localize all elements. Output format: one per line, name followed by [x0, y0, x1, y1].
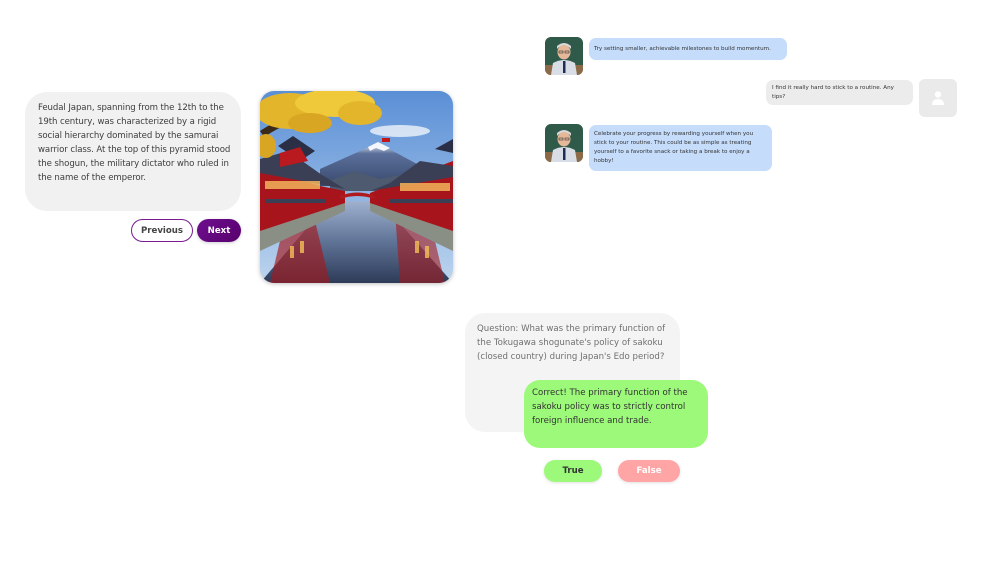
- answer-feedback-card: Correct! The primary function of the sak…: [524, 380, 708, 448]
- next-button[interactable]: Next: [197, 219, 241, 242]
- story-card: Feudal Japan, spanning from the 12th to …: [25, 92, 241, 211]
- false-button[interactable]: False: [618, 460, 680, 482]
- message-text: I find it really hard to stick to a rout…: [772, 85, 894, 100]
- teacher-avatar-icon: [545, 37, 583, 75]
- teacher-avatar-icon: [545, 124, 583, 162]
- bot-avatar: [545, 124, 583, 162]
- true-button[interactable]: True: [544, 460, 602, 482]
- answer-feedback-text: Correct! The primary function of the sak…: [532, 388, 688, 426]
- message-text: Try setting smaller, achievable mileston…: [594, 45, 771, 52]
- bot-avatar: [545, 37, 583, 75]
- japan-canal-illustration: [260, 91, 453, 283]
- message-text: Celebrate your progress by rewarding you…: [594, 131, 754, 164]
- user-avatar: [919, 79, 957, 117]
- story-image: [260, 91, 453, 283]
- user-icon: [932, 91, 944, 105]
- chat-message-user: I find it really hard to stick to a rout…: [766, 80, 913, 105]
- question-text: Question: What was the primary function …: [477, 324, 666, 362]
- chat-message-bot: Try setting smaller, achievable mileston…: [589, 38, 787, 60]
- previous-button[interactable]: Previous: [131, 219, 193, 242]
- chat-message-bot: Celebrate your progress by rewarding you…: [589, 125, 772, 171]
- story-text: Feudal Japan, spanning from the 12th to …: [38, 103, 231, 183]
